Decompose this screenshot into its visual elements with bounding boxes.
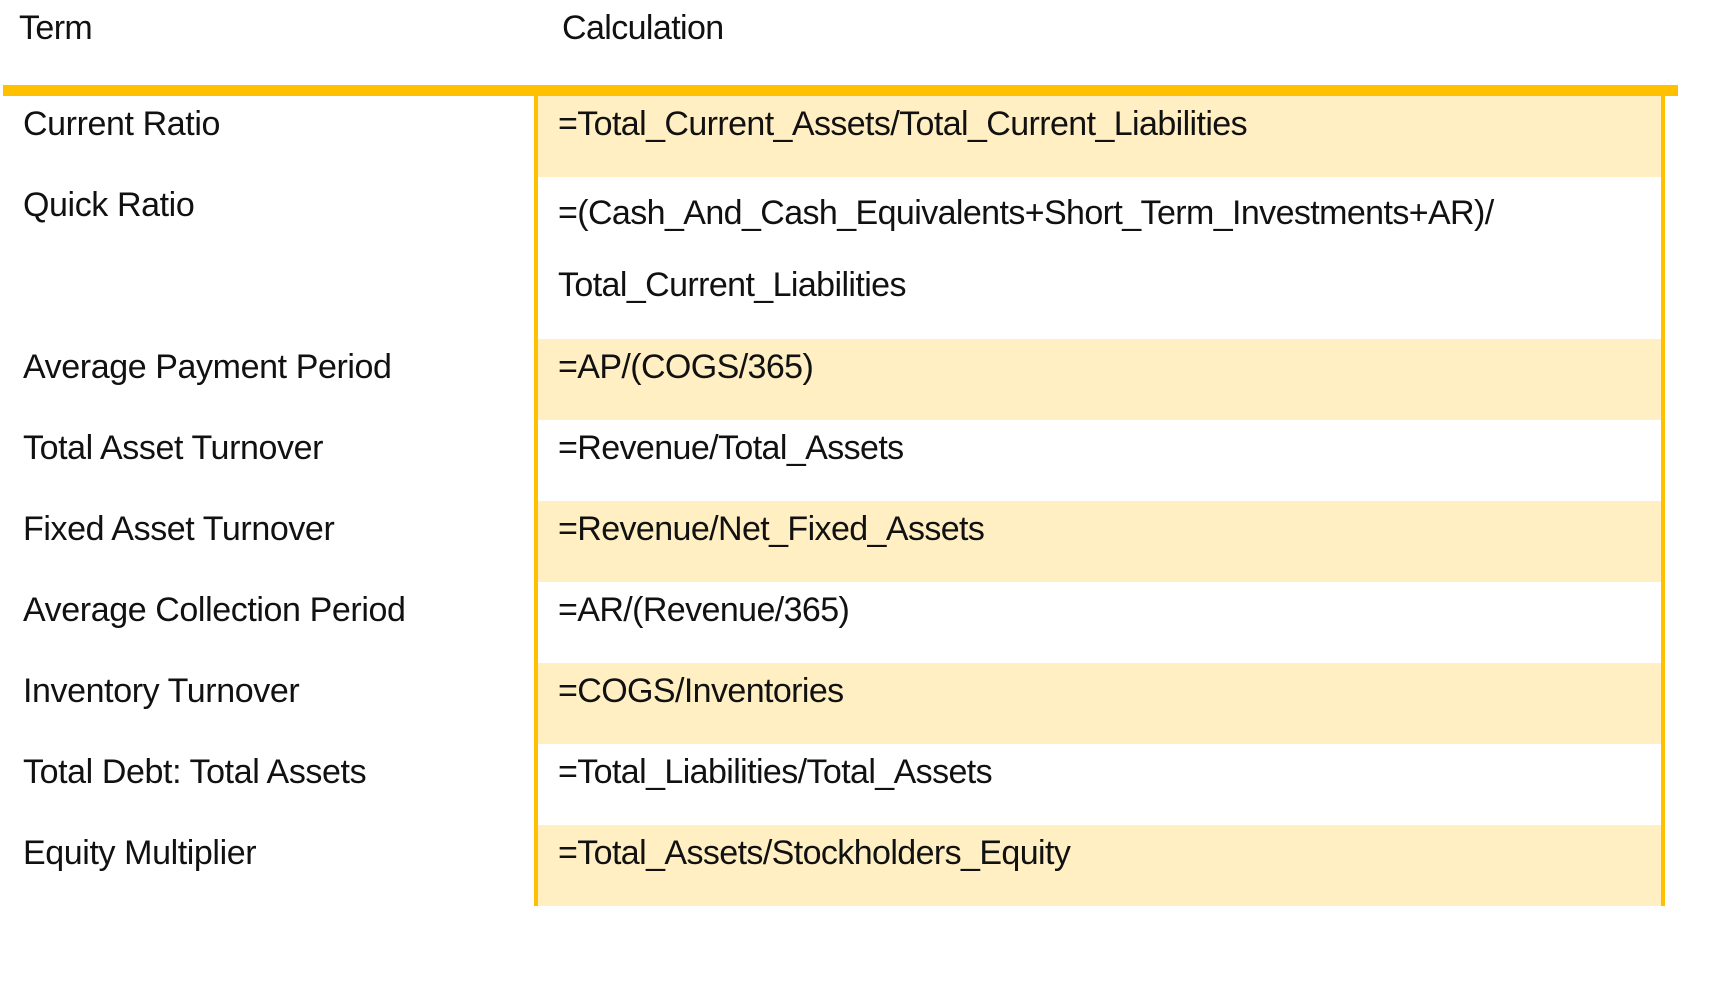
table-row-current-ratio: Current Ratio =Total_Current_Assets/Tota… bbox=[0, 96, 1673, 177]
calculation-cell: =(Cash_And_Cash_Equivalents+Short_Term_I… bbox=[534, 177, 1665, 339]
term-cell: Quick Ratio bbox=[0, 177, 534, 339]
table-row-fixed-asset-turnover: Fixed Asset Turnover =Revenue/Net_Fixed_… bbox=[0, 501, 1673, 582]
calculation-cell: =Total_Assets/Stockholders_Equity bbox=[534, 825, 1665, 906]
table-row-inventory-turnover: Inventory Turnover =COGS/Inventories bbox=[0, 663, 1673, 744]
term-cell: Total Asset Turnover bbox=[0, 420, 534, 501]
ratio-table: Current Ratio =Total_Current_Assets/Tota… bbox=[0, 96, 1673, 906]
table-row-total-debt-total-assets: Total Debt: Total Assets =Total_Liabilit… bbox=[0, 744, 1673, 825]
header-divider bbox=[3, 85, 1678, 96]
calculation-cell: =AP/(COGS/365) bbox=[534, 339, 1665, 420]
term-cell: Average Collection Period bbox=[0, 582, 534, 663]
term-cell: Average Payment Period bbox=[0, 339, 534, 420]
table-row-quick-ratio: Quick Ratio =(Cash_And_Cash_Equivalents+… bbox=[0, 177, 1673, 339]
calculation-cell: =Revenue/Total_Assets bbox=[534, 420, 1665, 501]
table-row-average-collection-period: Average Collection Period =AR/(Revenue/3… bbox=[0, 582, 1673, 663]
table-row-equity-multiplier: Equity Multiplier =Total_Assets/Stockhol… bbox=[0, 825, 1673, 906]
column-header-calculation: Calculation bbox=[562, 9, 724, 47]
term-cell: Equity Multiplier bbox=[0, 825, 534, 906]
column-header-term: Term bbox=[19, 9, 93, 47]
calculation-cell: =COGS/Inventories bbox=[534, 663, 1665, 744]
table-row-average-payment-period: Average Payment Period =AP/(COGS/365) bbox=[0, 339, 1673, 420]
calculation-cell: =Revenue/Net_Fixed_Assets bbox=[534, 501, 1665, 582]
term-cell: Current Ratio bbox=[0, 96, 534, 177]
term-cell: Fixed Asset Turnover bbox=[0, 501, 534, 582]
term-cell: Inventory Turnover bbox=[0, 663, 534, 744]
calculation-cell: =Total_Liabilities/Total_Assets bbox=[534, 744, 1665, 825]
calculation-cell: =AR/(Revenue/365) bbox=[534, 582, 1665, 663]
table-header: Term Calculation bbox=[0, 0, 1680, 85]
term-cell: Total Debt: Total Assets bbox=[0, 744, 534, 825]
table-row-total-asset-turnover: Total Asset Turnover =Revenue/Total_Asse… bbox=[0, 420, 1673, 501]
calculation-cell: =Total_Current_Assets/Total_Current_Liab… bbox=[534, 96, 1665, 177]
